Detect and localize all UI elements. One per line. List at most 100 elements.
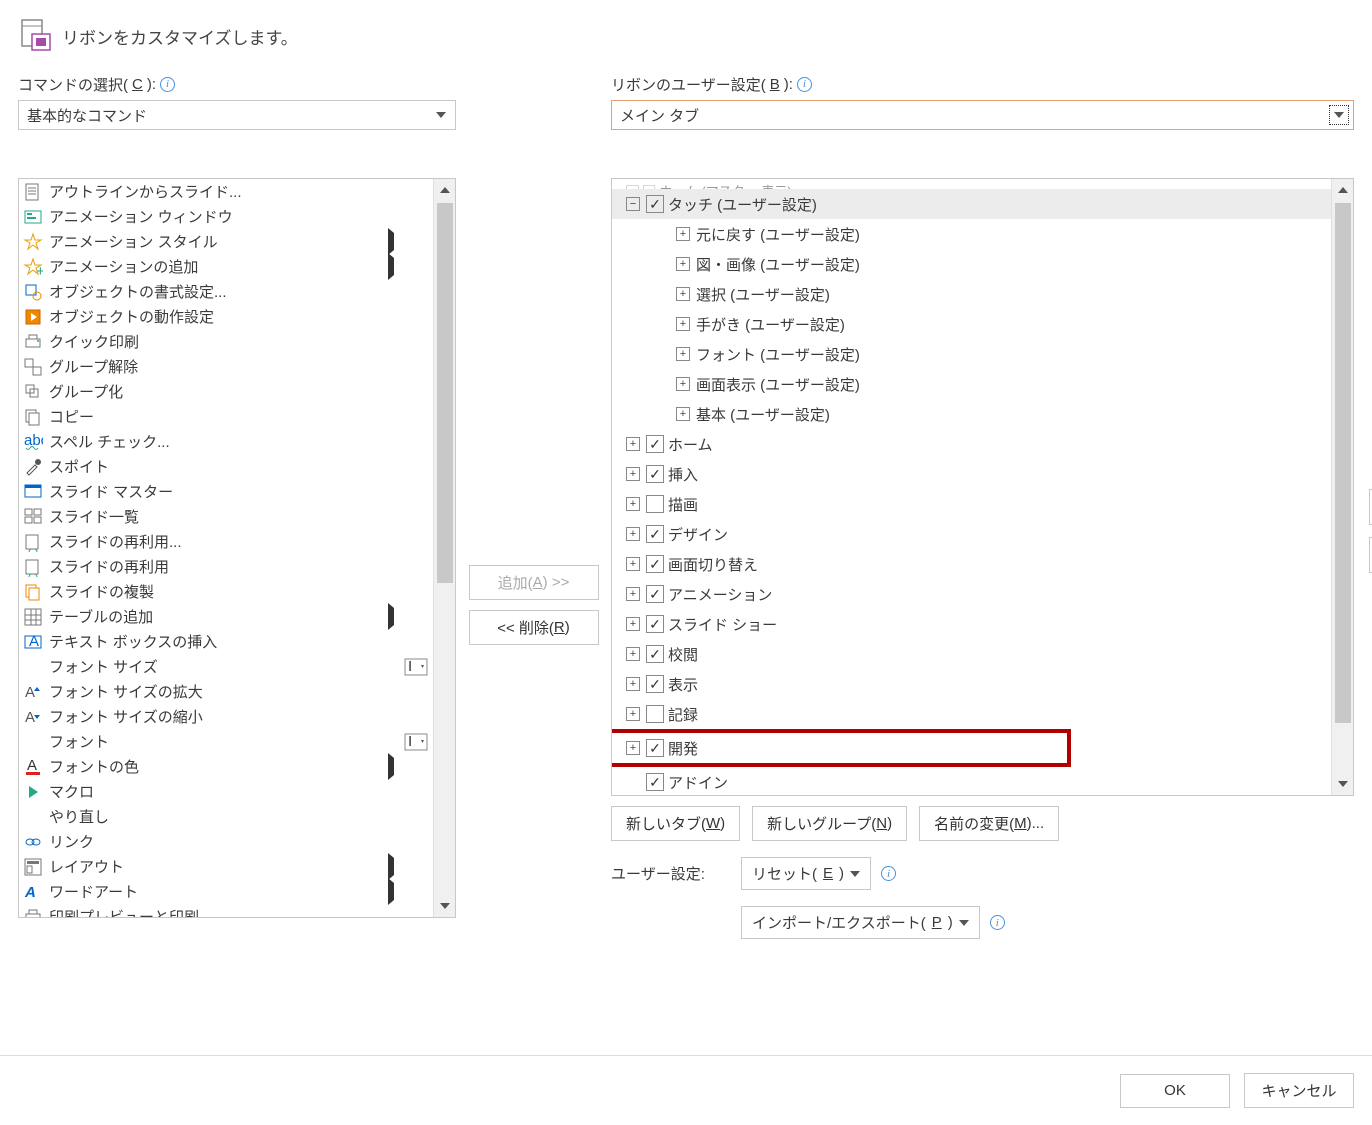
command-item[interactable]: スポイト xyxy=(19,454,433,479)
tree-item[interactable]: + 図・画像 (ユーザー設定) xyxy=(612,249,1331,279)
checkbox[interactable] xyxy=(646,435,664,453)
command-item[interactable]: オブジェクトの書式設定... xyxy=(19,279,433,304)
commands-listbox[interactable]: アウトラインからスライド... アニメーション ウィンドウ アニメーション スタ… xyxy=(18,178,456,918)
expand-icon[interactable]: + xyxy=(626,617,640,631)
add-button[interactable]: 追加(A) >> xyxy=(469,565,599,600)
tree-item[interactable]: + 基本 (ユーザー設定) xyxy=(612,399,1331,429)
expand-icon[interactable]: + xyxy=(626,741,640,755)
scroll-down-icon[interactable] xyxy=(1332,773,1353,795)
command-item[interactable]: テーブルの追加 xyxy=(19,604,433,629)
import-export-dropdown[interactable]: インポート/エクスポート(P) xyxy=(741,906,980,939)
checkbox[interactable] xyxy=(646,585,664,603)
tree-item[interactable]: + 描画 xyxy=(612,489,1331,519)
command-item[interactable]: スライド マスター xyxy=(19,479,433,504)
checkbox[interactable] xyxy=(646,195,664,213)
scrollbar[interactable] xyxy=(1331,179,1353,795)
checkbox[interactable] xyxy=(646,675,664,693)
command-item[interactable]: 印刷プレビューと印刷 xyxy=(19,904,433,917)
command-item[interactable]: A ワードアート xyxy=(19,879,433,904)
tree-item[interactable]: + 選択 (ユーザー設定) xyxy=(612,279,1331,309)
tree-item[interactable]: + デザイン xyxy=(612,519,1331,549)
scroll-thumb[interactable] xyxy=(437,203,453,583)
expand-icon[interactable]: + xyxy=(626,557,640,571)
command-item[interactable]: オブジェクトの動作設定 xyxy=(19,304,433,329)
tree-item[interactable]: + 手がき (ユーザー設定) xyxy=(612,309,1331,339)
expand-icon[interactable]: + xyxy=(676,287,690,301)
tree-item[interactable]: + 開発 xyxy=(612,733,1067,763)
command-item[interactable]: マクロ xyxy=(19,779,433,804)
command-item[interactable]: リンク xyxy=(19,829,433,854)
command-item[interactable]: A フォント サイズの拡大 xyxy=(19,679,433,704)
command-item[interactable]: グループ解除 xyxy=(19,354,433,379)
command-item[interactable]: アウトラインからスライド... xyxy=(19,179,433,204)
expand-icon[interactable]: + xyxy=(676,227,690,241)
checkbox[interactable] xyxy=(646,645,664,663)
command-item[interactable]: コピー xyxy=(19,404,433,429)
remove-button[interactable]: << 削除(R) xyxy=(469,610,599,645)
new-group-button[interactable]: 新しいグループ(N) xyxy=(752,806,907,841)
scroll-down-icon[interactable] xyxy=(434,895,455,917)
ribbon-tree[interactable]: ▢ ▢ ホーム (マスター 表示)− タッチ (ユーザー設定)+ 元に戻す (ユ… xyxy=(611,178,1354,796)
info-icon[interactable]: i xyxy=(797,77,812,92)
command-item[interactable]: グループ化 xyxy=(19,379,433,404)
command-item[interactable]: やり直し xyxy=(19,804,433,829)
expand-icon[interactable]: + xyxy=(676,347,690,361)
tree-item[interactable]: アドイン xyxy=(612,767,1331,795)
command-item[interactable]: スライドの再利用... xyxy=(19,529,433,554)
tree-item[interactable]: + 表示 xyxy=(612,669,1331,699)
tree-item[interactable]: + 挿入 xyxy=(612,459,1331,489)
checkbox[interactable] xyxy=(646,465,664,483)
commands-combo[interactable]: 基本的なコマンド xyxy=(18,100,456,130)
expand-icon[interactable]: + xyxy=(676,377,690,391)
command-item[interactable]: レイアウト xyxy=(19,854,433,879)
expand-icon[interactable]: + xyxy=(626,707,640,721)
expand-icon[interactable]: + xyxy=(626,437,640,451)
scroll-up-icon[interactable] xyxy=(434,179,455,201)
tree-item[interactable]: + 記録 xyxy=(612,699,1331,729)
new-tab-button[interactable]: 新しいタブ(W) xyxy=(611,806,740,841)
expand-icon[interactable]: + xyxy=(626,647,640,661)
checkbox[interactable] xyxy=(646,739,664,757)
expand-icon[interactable]: + xyxy=(676,257,690,271)
rename-button[interactable]: 名前の変更(M)... xyxy=(919,806,1059,841)
expand-icon[interactable]: + xyxy=(626,467,640,481)
tree-item[interactable]: + スライド ショー xyxy=(612,609,1331,639)
checkbox[interactable] xyxy=(646,525,664,543)
command-item[interactable]: フォント I xyxy=(19,729,433,754)
info-icon[interactable]: i xyxy=(990,915,1005,930)
expand-icon[interactable]: + xyxy=(676,317,690,331)
command-item[interactable]: abc スペル チェック... xyxy=(19,429,433,454)
checkbox[interactable] xyxy=(646,615,664,633)
tree-item[interactable]: + アニメーション xyxy=(612,579,1331,609)
info-icon[interactable]: i xyxy=(881,866,896,881)
command-item[interactable]: スライドの複製 xyxy=(19,579,433,604)
scrollbar[interactable] xyxy=(433,179,455,917)
checkbox[interactable] xyxy=(646,773,664,791)
expand-icon[interactable]: + xyxy=(626,587,640,601)
expand-icon[interactable]: + xyxy=(676,407,690,421)
expand-icon[interactable]: + xyxy=(626,677,640,691)
tree-item[interactable]: + ホーム xyxy=(612,429,1331,459)
collapse-icon[interactable]: − xyxy=(626,197,640,211)
checkbox[interactable] xyxy=(646,705,664,723)
tree-item[interactable]: + 校閲 xyxy=(612,639,1331,669)
cancel-button[interactable]: キャンセル xyxy=(1244,1073,1354,1108)
command-item[interactable]: フォント サイズ I xyxy=(19,654,433,679)
info-icon[interactable]: i xyxy=(160,77,175,92)
command-item[interactable]: A テキスト ボックスの挿入 xyxy=(19,629,433,654)
ribbon-combo[interactable]: メイン タブ xyxy=(611,100,1354,130)
command-item[interactable]: アニメーション ウィンドウ xyxy=(19,204,433,229)
tree-item[interactable]: + 元に戻す (ユーザー設定) xyxy=(612,219,1331,249)
command-item[interactable]: スライド一覧 xyxy=(19,504,433,529)
tree-item[interactable]: + 画面切り替え xyxy=(612,549,1331,579)
command-item[interactable]: アニメーション スタイル xyxy=(19,229,433,254)
reset-dropdown[interactable]: リセット(E) xyxy=(741,857,871,890)
command-item[interactable]: A フォントの色 xyxy=(19,754,433,779)
expand-icon[interactable]: + xyxy=(626,527,640,541)
tree-item[interactable]: − タッチ (ユーザー設定) xyxy=(612,189,1331,219)
checkbox[interactable] xyxy=(646,495,664,513)
command-item[interactable]: スライドの再利用 xyxy=(19,554,433,579)
command-item[interactable]: A フォント サイズの縮小 xyxy=(19,704,433,729)
checkbox[interactable] xyxy=(646,555,664,573)
ok-button[interactable]: OK xyxy=(1120,1074,1230,1108)
